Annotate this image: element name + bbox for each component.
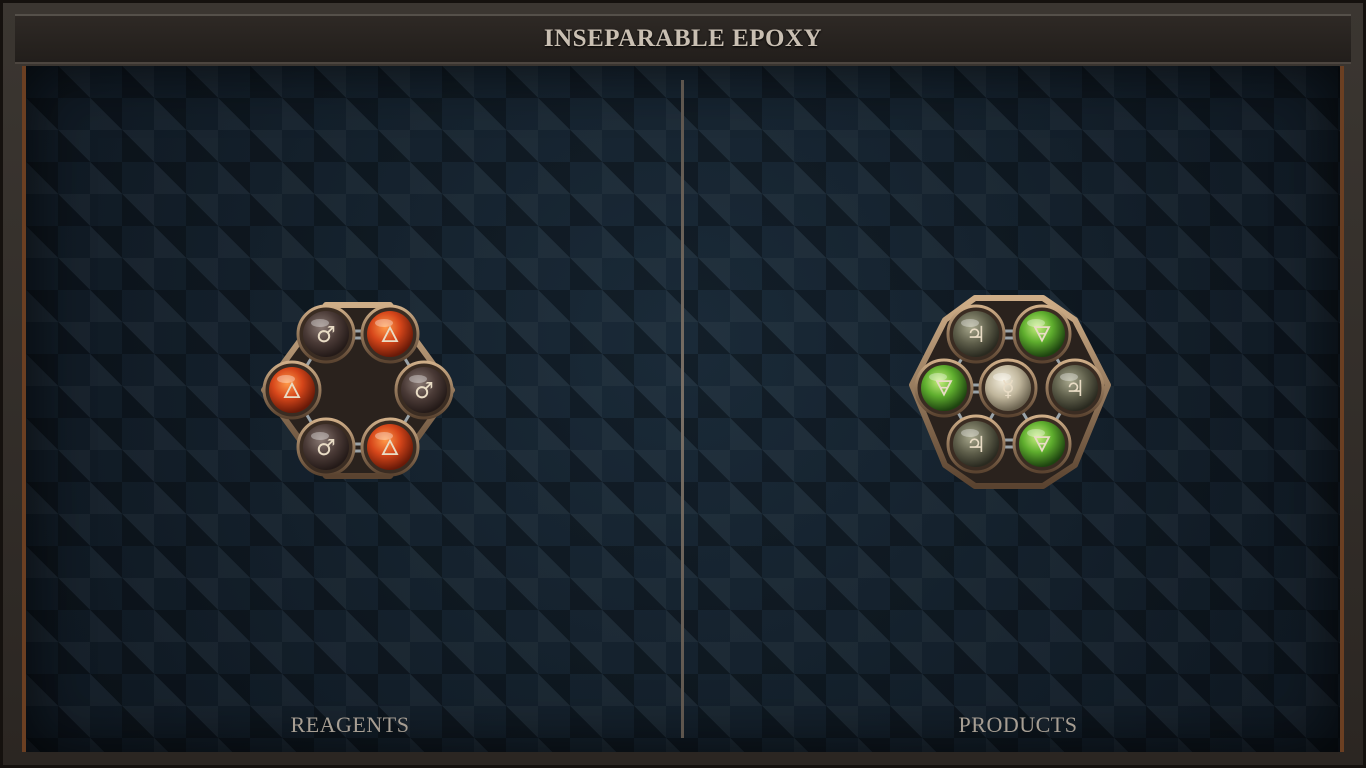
earth-symbol-icon: 🜃	[1032, 323, 1051, 348]
tin-symbol-icon: ♃	[1065, 377, 1085, 402]
products-label: PRODUCTS	[958, 712, 1078, 737]
earth-symbol-icon: 🜃	[1032, 433, 1051, 458]
reagent-atom-fire[interactable]: 🜂	[262, 360, 322, 420]
product-atom-earth[interactable]: 🜃	[914, 358, 974, 418]
reagent-atom-iron[interactable]: ♂	[296, 417, 356, 477]
molecule-layer: ♂ 🜂 ♂ 🜂 ♂ 🜂 ♃ 🜃 ♃ 🜃 ♃ 🜃 ☿	[261, 295, 1111, 489]
product-atom-earth[interactable]: 🜃	[1012, 304, 1072, 364]
product-atom-tin[interactable]: ♃	[946, 414, 1006, 474]
reagent-atom-iron[interactable]: ♂	[296, 304, 356, 364]
product-atom-tin[interactable]: ♃	[1045, 358, 1105, 418]
tin-symbol-icon: ♃	[966, 323, 986, 348]
earth-symbol-icon: 🜃	[934, 377, 953, 402]
product-atom-tin[interactable]: ♃	[946, 304, 1006, 364]
product-molecule[interactable]: ♃ 🜃 ♃ 🜃 ♃ 🜃 ☿	[909, 295, 1111, 489]
product-atom-mercury[interactable]: ☿	[978, 358, 1038, 418]
product-atom-earth[interactable]: 🜃	[1012, 414, 1072, 474]
iron-symbol-icon: ♂	[316, 323, 336, 348]
reagent-atom-iron[interactable]: ♂	[394, 360, 454, 420]
mercury-symbol-icon: ☿	[1001, 377, 1015, 402]
reagent-molecule[interactable]: ♂ 🜂 ♂ 🜂 ♂ 🜂	[261, 302, 455, 479]
reagent-atom-fire[interactable]: 🜂	[360, 304, 420, 364]
reagents-label: REAGENTS	[290, 712, 410, 737]
fire-symbol-icon: 🜂	[380, 323, 399, 348]
iron-symbol-icon: ♂	[316, 436, 336, 461]
fire-symbol-icon: 🜂	[380, 436, 399, 461]
iron-symbol-icon: ♂	[414, 379, 434, 404]
reagent-atom-fire[interactable]: 🜂	[360, 417, 420, 477]
tin-symbol-icon: ♃	[966, 433, 986, 458]
fire-symbol-icon: 🜂	[282, 379, 301, 404]
